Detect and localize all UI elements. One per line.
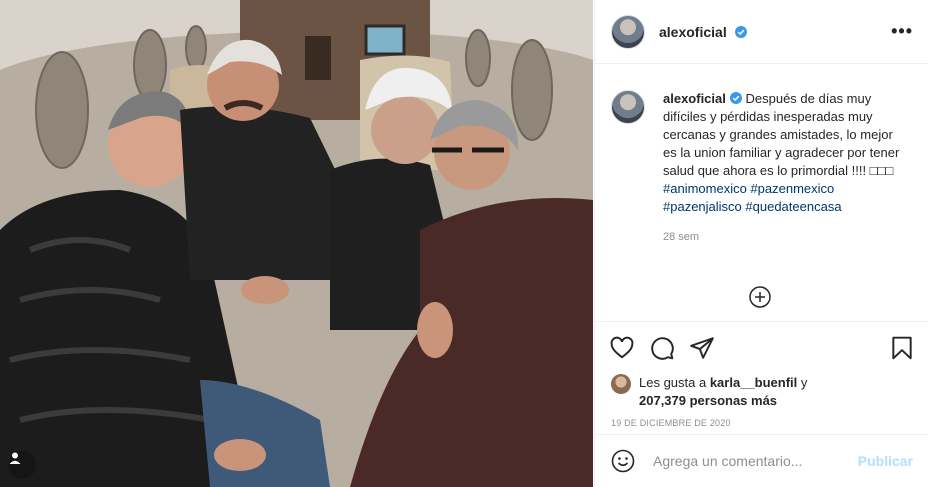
caption-avatar[interactable] (611, 90, 645, 124)
comment-icon[interactable] (649, 335, 675, 361)
hashtag-link[interactable]: #pazenjalisco (663, 199, 742, 214)
verified-badge-icon (729, 92, 742, 104)
comments-section: alexoficial Después de días muy difícile… (595, 64, 928, 322)
hashtag-link[interactable]: #animomexico (663, 181, 747, 196)
comment-input[interactable] (651, 452, 852, 470)
avatar[interactable] (611, 14, 645, 49)
bookmark-icon[interactable] (889, 335, 915, 361)
caption-emoji: □□□ (869, 163, 894, 178)
caption-time-ago[interactable]: 28 sem (663, 228, 901, 246)
photo-illustration (0, 0, 593, 487)
liker-avatar[interactable] (611, 374, 631, 394)
caption-username[interactable]: alexoficial (663, 91, 726, 106)
post-header: alexoficial ••• (595, 0, 928, 64)
comment-box: Publicar (595, 434, 928, 487)
emoji-icon[interactable] (611, 449, 635, 473)
post-photo[interactable] (0, 0, 593, 487)
plus-circle-icon[interactable] (749, 286, 771, 308)
likes-prefix: Les gusta a (639, 375, 710, 390)
caption: alexoficial Después de días muy difícile… (611, 90, 913, 246)
username-link[interactable]: alexoficial (659, 24, 747, 40)
hashtag-link[interactable]: #quedateencasa (745, 199, 841, 214)
hashtag-link[interactable]: #pazenmexico (750, 181, 834, 196)
caption-body: alexoficial Después de días muy difícile… (663, 90, 901, 246)
post-details-panel: alexoficial ••• alexoficial Después de d… (594, 0, 928, 487)
action-bar (595, 322, 928, 374)
likes-summary: Les gusta a karla__buenfil y 207,379 per… (595, 374, 928, 410)
likes-connector: y (797, 375, 808, 390)
more-options-icon[interactable]: ••• (891, 21, 913, 42)
liker-username[interactable]: karla__buenfil (710, 375, 797, 390)
verified-badge-icon (734, 25, 747, 38)
publish-button[interactable]: Publicar (858, 453, 913, 469)
share-icon[interactable] (689, 335, 715, 361)
user-tag-icon[interactable] (8, 451, 36, 479)
post-date[interactable]: 19 DE DICIEMBRE DE 2020 (595, 410, 928, 428)
username-text[interactable]: alexoficial (659, 24, 727, 40)
heart-icon[interactable] (609, 335, 635, 361)
likes-count[interactable]: 207,379 personas más (639, 393, 777, 408)
